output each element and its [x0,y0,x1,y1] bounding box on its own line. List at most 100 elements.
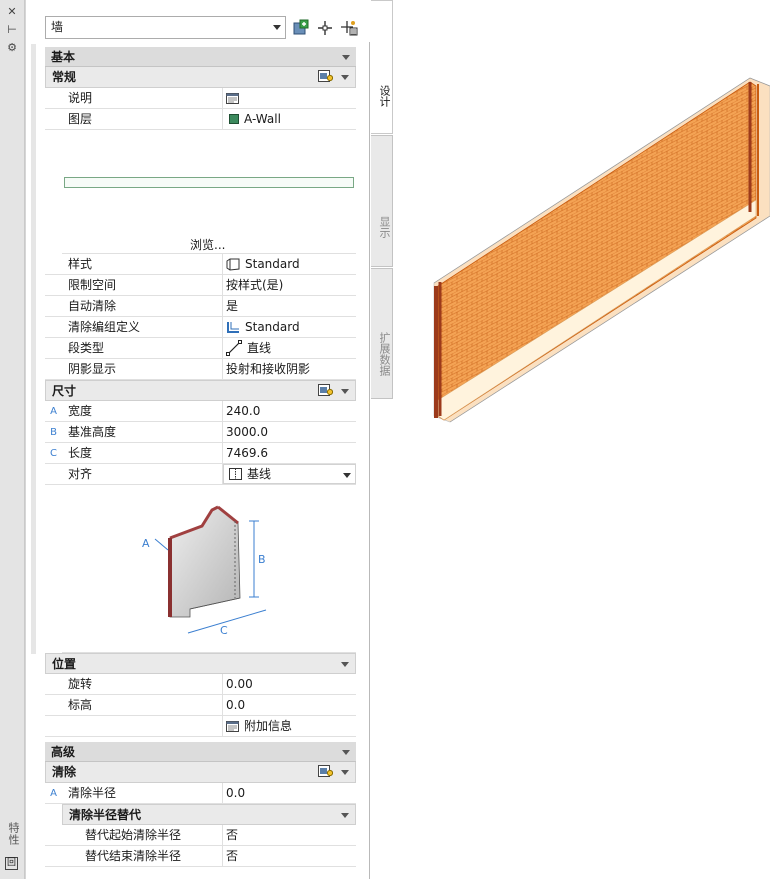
property-label: 旋转 [62,674,223,694]
property-value[interactable]: 按样式(是) [223,275,356,295]
property-label: 阴影显示 [62,359,223,379]
toggle-pickadd-icon[interactable] [340,19,358,37]
tab-display[interactable]: 显示 [371,135,393,267]
property-value[interactable]: 7469.6 [223,443,356,463]
property-row-description[interactable]: 说明 [45,88,356,109]
property-label: 自动清除 [62,296,223,316]
property-value[interactable]: 直线 [223,338,356,358]
auto-hide-icon[interactable]: ⊢ [4,23,20,37]
property-value[interactable]: 是 [223,296,356,316]
palette-toolbar: 墙 [26,0,371,42]
property-label: 限制空间 [62,275,223,295]
property-row-style[interactable]: 样式 Standard [45,254,356,275]
property-value[interactable]: 0.0 [223,695,356,715]
property-value[interactable]: 0.0 [223,783,356,803]
property-value[interactable]: 240.0 [223,401,356,421]
subcategory-cleanup-radius-override[interactable]: 清除半径替代 [62,804,356,825]
property-label: 长度 [62,443,223,463]
property-value[interactable]: Standard [223,317,356,337]
property-row-length[interactable]: C 长度 7469.6 [45,443,356,464]
palette-settings-icon[interactable]: ⚙ [4,41,20,55]
wall-3d-view[interactable] [420,70,771,430]
property-row-cleanup-automatically[interactable]: 自动清除 是 [45,296,356,317]
property-value[interactable]: A-Wall [223,109,356,129]
justify-baseline-icon [229,468,242,480]
palette-corner-icon[interactable]: 回 [5,857,18,870]
property-label: 基准高度 [62,422,223,442]
model-space-wall[interactable] [420,70,771,430]
palette-scrollbar[interactable] [31,44,36,654]
property-value[interactable]: 否 [223,846,356,866]
property-label: 说明 [62,88,223,108]
subcategory-general[interactable]: 常规 [45,67,356,88]
description-editor-icon[interactable] [226,92,239,104]
property-row-base-height[interactable]: B 基准高度 3000.0 [45,422,356,443]
line-segment-icon [226,340,242,356]
subcategory-general-label: 常规 [52,70,77,84]
property-row-elevation[interactable]: 标高 0.0 [45,695,356,716]
object-type-select[interactable]: 墙 [45,16,286,39]
style-value: Standard [245,257,300,271]
property-row-justify[interactable]: 对齐 基线 [45,464,356,485]
tool-tip-icon[interactable] [318,70,333,83]
dimension-key: C [50,448,57,459]
object-type-value: 墙 [51,20,64,34]
tool-tip-icon[interactable] [318,765,333,778]
property-row-bound-spaces[interactable]: 限制空间 按样式(是) [45,275,356,296]
property-row-cleanup-group[interactable]: 清除编组定义 Standard [45,317,356,338]
quick-select-icon[interactable] [292,19,310,37]
property-value[interactable]: Standard [223,254,356,274]
subcategory-dimensions-label: 尺寸 [52,384,77,398]
tab-extended-data[interactable]: 扩展数据 [371,268,393,399]
property-label: 样式 [62,254,223,274]
justify-select[interactable]: 基线 [223,464,356,484]
diagram-label-b: B [258,553,266,566]
browse-link[interactable]: 浏览... [190,236,225,253]
property-value[interactable]: 3000.0 [223,422,356,442]
property-label: 段类型 [62,338,223,358]
layer-color-swatch [229,114,239,124]
property-label: 宽度 [62,401,223,421]
diagram-label-c: C [220,624,228,637]
subcategory-location[interactable]: 位置 [45,653,356,674]
property-value[interactable]: 否 [223,825,356,845]
property-value[interactable]: 0.00 [223,674,356,694]
chevron-down-icon [342,750,350,755]
subcategory-cleanup[interactable]: 清除 [45,762,356,783]
property-row-override-end-radius[interactable]: 替代结束清除半径 否 [45,846,356,867]
select-objects-icon[interactable] [316,19,334,37]
property-row-segment-type[interactable]: 段类型 直线 [45,338,356,359]
property-row-override-start-radius[interactable]: 替代起始清除半径 否 [45,825,356,846]
category-advanced[interactable]: 高级 [45,742,356,762]
property-row-rotation[interactable]: 旋转 0.00 [45,674,356,695]
property-row-width[interactable]: A 宽度 240.0 [45,401,356,422]
wall-style-icon [226,258,240,271]
property-label: 对齐 [62,464,223,484]
style-preview-image [64,177,354,188]
category-basic-label: 基本 [51,50,76,64]
style-preview: 浏览... [62,130,356,254]
chevron-down-icon [341,75,349,80]
property-row-shadow-display[interactable]: 阴影显示 投射和接收阴影 [45,359,356,380]
subcategory-cleanup-override-label: 清除半径替代 [69,808,142,822]
property-row-additional-info[interactable]: 附加信息 [45,716,356,737]
property-value[interactable] [223,88,356,108]
cleanup-group-icon [227,321,239,333]
chevron-down-icon [273,25,281,30]
dimension-key: B [50,427,57,438]
category-basic[interactable]: 基本 [45,47,356,67]
tab-design[interactable]: 设计 [371,0,393,134]
property-row-layer[interactable]: 图层 A-Wall [45,109,356,130]
subcategory-dimensions[interactable]: 尺寸 [45,380,356,401]
properties-palette: 墙 基本 常规 说明 图层 A-Wall 浏览... 样式 Standard 限… [25,0,371,879]
tool-tip-icon[interactable] [318,384,333,397]
dimension-key: A [50,788,57,799]
chevron-down-icon [343,473,351,478]
segment-type-value: 直线 [247,341,272,355]
chevron-down-icon [342,55,350,60]
property-value[interactable]: 投射和接收阴影 [223,359,356,379]
close-icon[interactable]: ✕ [4,5,20,19]
additional-info-button[interactable]: 附加信息 [223,716,356,736]
property-row-cleanup-radius[interactable]: A 清除半径 0.0 [45,783,356,804]
dimension-key: A [50,406,57,417]
